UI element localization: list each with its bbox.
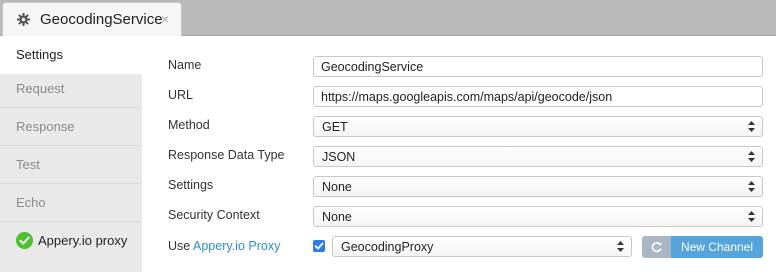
response-data-type-label: Response Data Type bbox=[168, 148, 285, 162]
nav-item-test[interactable]: Test bbox=[0, 146, 142, 184]
method-select-value: GET bbox=[322, 120, 348, 134]
use-proxy-label-prefix: Use bbox=[168, 239, 194, 253]
nav-item-label: Appery.io proxy bbox=[38, 233, 128, 248]
new-channel-button[interactable]: New Channel bbox=[671, 236, 763, 258]
left-nav: Settings Request Response Test Echo Appe… bbox=[0, 36, 142, 272]
appery-proxy-link[interactable]: Appery.io Proxy bbox=[193, 239, 280, 253]
select-arrows-icon bbox=[748, 121, 755, 132]
method-select[interactable]: GET bbox=[313, 116, 763, 137]
nav-item-echo[interactable]: Echo bbox=[0, 184, 142, 222]
close-icon[interactable]: × bbox=[161, 11, 169, 27]
security-context-label: Security Context bbox=[168, 208, 260, 222]
proxy-select-value: GeocodingProxy bbox=[341, 240, 434, 254]
settings-select-value: None bbox=[322, 180, 352, 194]
nav-item-appery-proxy[interactable]: Appery.io proxy bbox=[0, 222, 142, 260]
url-field[interactable]: https://maps.googleapis.com/maps/api/geo… bbox=[313, 86, 763, 107]
nav-item-label: Response bbox=[16, 119, 75, 134]
refresh-icon bbox=[651, 242, 662, 253]
tab-strip: GeocodingService × bbox=[0, 0, 776, 37]
method-label: Method bbox=[168, 118, 210, 132]
name-field[interactable]: GeocodingService bbox=[313, 56, 763, 77]
nav-item-label: Request bbox=[16, 81, 65, 96]
gear-icon bbox=[17, 13, 30, 26]
use-proxy-checkbox[interactable] bbox=[313, 240, 325, 252]
nav-item-request[interactable]: Request bbox=[0, 70, 142, 108]
nav-item-settings[interactable]: Settings bbox=[0, 36, 142, 74]
settings-select[interactable]: None bbox=[313, 176, 763, 197]
check-circle-icon bbox=[16, 232, 33, 249]
tab-title: GeocodingService bbox=[40, 11, 163, 28]
select-arrows-icon bbox=[748, 211, 755, 222]
nav-item-label: Test bbox=[16, 157, 40, 172]
response-data-type-select[interactable]: JSON bbox=[313, 146, 763, 167]
url-label: URL bbox=[168, 88, 194, 102]
proxy-select[interactable]: GeocodingProxy bbox=[332, 236, 632, 257]
select-arrows-icon bbox=[617, 241, 624, 252]
refresh-proxy-button[interactable] bbox=[642, 236, 671, 258]
nav-item-label: Settings bbox=[16, 47, 63, 62]
settings-label: Settings bbox=[168, 178, 214, 192]
nav-item-response[interactable]: Response bbox=[0, 108, 142, 146]
nav-item-label: Echo bbox=[16, 195, 46, 210]
response-data-type-value: JSON bbox=[322, 150, 356, 164]
tab-geocoding-service[interactable]: GeocodingService × bbox=[2, 2, 182, 37]
select-arrows-icon bbox=[748, 151, 755, 162]
name-label: Name bbox=[168, 58, 202, 72]
select-arrows-icon bbox=[748, 181, 755, 192]
security-context-select[interactable]: None bbox=[313, 206, 763, 227]
security-context-value: None bbox=[322, 210, 352, 224]
use-proxy-label: Use Appery.io Proxy bbox=[168, 239, 280, 253]
